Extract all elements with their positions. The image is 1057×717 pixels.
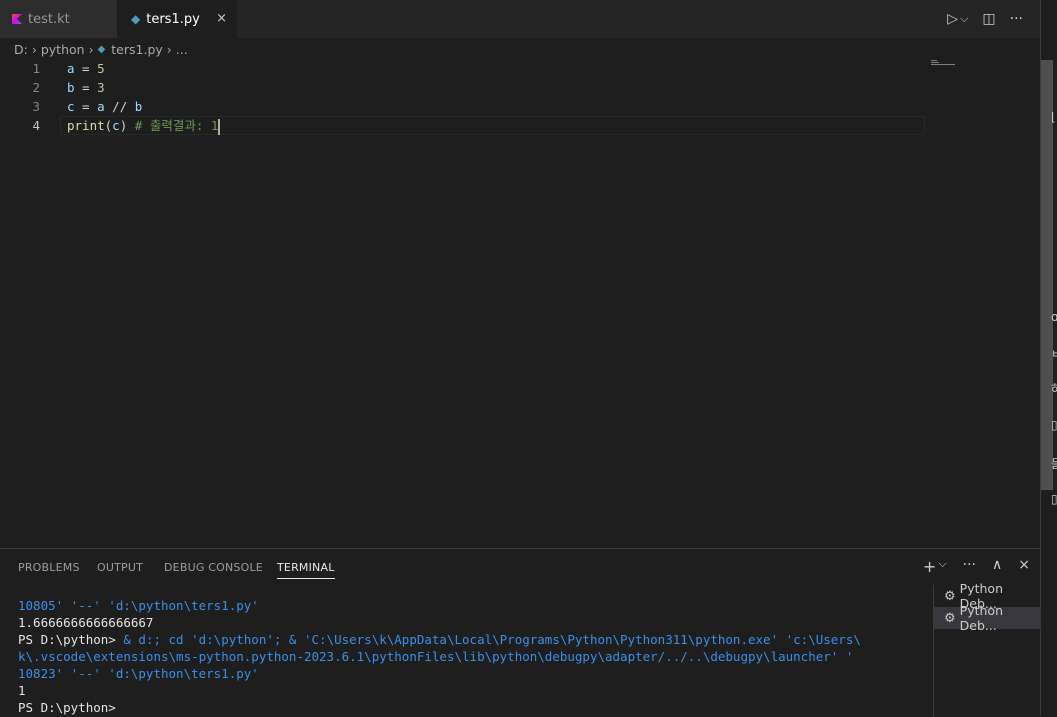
python-icon: ◆	[131, 12, 141, 26]
side-glyph: ㅂ	[1051, 347, 1057, 361]
token: =	[74, 61, 98, 76]
more-actions-icon[interactable]: ···	[1010, 11, 1023, 27]
line-number: 4	[32, 118, 40, 133]
terminal-line: k\.vscode\extensions\ms-python.python-20…	[18, 649, 854, 664]
tab-debug-console[interactable]: DEBUG CONSOLE	[164, 561, 263, 574]
chevron-down-icon[interactable]: ⌵	[938, 557, 946, 576]
tab-label: ters1.py	[146, 11, 200, 27]
minimap[interactable]	[931, 60, 955, 66]
terminal-prompt: PS D:\python>	[18, 700, 124, 715]
tab-problems[interactable]: PROBLEMS	[18, 561, 80, 574]
split-editor-icon[interactable]: ◫	[982, 11, 995, 27]
token: )	[119, 118, 135, 133]
terminal-line: 10823' '--' 'd:\python\ters1.py'	[18, 666, 259, 681]
terminal-line: 1	[18, 683, 26, 698]
token: 5	[97, 61, 105, 76]
terminal-list-item[interactable]: ⚙ Python Deb...	[934, 603, 1041, 633]
side-glyph: ⌊	[1051, 110, 1056, 124]
tab-terminal[interactable]: TERMINAL	[277, 561, 335, 579]
code-text: a = 5	[67, 59, 105, 78]
token: a	[67, 61, 75, 76]
terminal-prompt: PS D:\python>	[18, 632, 124, 647]
token: b	[67, 80, 75, 95]
code-editor[interactable]: 1 a = 5 2 b = 3 3 c = a // b 4 print(c) …	[0, 58, 1040, 548]
token: =	[74, 80, 98, 95]
breadcrumb-more[interactable]: ...	[176, 42, 188, 57]
token: c	[112, 118, 120, 133]
terminal-line: 10805' '--' 'd:\python\ters1.py'	[18, 598, 259, 613]
token: c	[67, 99, 75, 114]
terminal-list: ⚙ Python Deb... ⚙ Python Deb...	[933, 581, 1041, 717]
text-cursor	[218, 118, 221, 135]
terminal-command: & d:; cd 'd:\python'; & 'C:\Users\k\AppD…	[123, 632, 861, 647]
breadcrumb-folder[interactable]: python	[41, 42, 85, 57]
code-text: b = 3	[67, 78, 105, 97]
tab-test-kt[interactable]: test.kt	[0, 0, 117, 38]
close-icon[interactable]: ×	[216, 11, 227, 26]
kotlin-icon	[12, 14, 22, 24]
run-icon[interactable]: ▷	[947, 11, 958, 27]
token: # 출력결과: 1	[134, 118, 219, 133]
side-glyph: 하	[1051, 382, 1057, 396]
side-glyph: ▯	[1051, 492, 1057, 506]
editor-tab-bar: test.kt ◆ ters1.py × ▷ ⌵ ◫ ···	[0, 0, 1040, 38]
breadcrumb-file[interactable]: ters1.py	[111, 42, 163, 57]
token: =	[74, 99, 98, 114]
tab-label: test.kt	[28, 11, 70, 27]
token: a	[97, 99, 105, 114]
more-actions-icon[interactable]: ···	[963, 557, 976, 576]
code-line: 4 print(c) # 출력결과: 1	[0, 116, 1040, 135]
chevron-down-icon[interactable]: ⌵	[960, 12, 968, 26]
panel-actions: + ⌵ ··· ∧ ×	[923, 557, 1030, 576]
breadcrumb-drive[interactable]: D:	[14, 42, 28, 57]
tab-ters1-py[interactable]: ◆ ters1.py ×	[117, 0, 237, 38]
debug-icon: ⚙	[944, 610, 956, 626]
chevron-right-icon: ›	[166, 41, 172, 57]
line-number: 2	[32, 80, 40, 95]
maximize-panel-icon[interactable]: ∧	[992, 557, 1002, 576]
chevron-right-icon: ›	[31, 41, 37, 57]
terminal-name: Python Deb...	[959, 603, 1003, 633]
line-number: 1	[32, 61, 40, 76]
line-number: 3	[32, 99, 40, 114]
close-panel-icon[interactable]: ×	[1018, 557, 1030, 576]
side-glyph: 들	[1051, 457, 1057, 471]
chevron-right-icon: ›	[88, 41, 94, 57]
breadcrumb: D: › python › ◆ ters1.py › ...	[14, 40, 188, 58]
code-line: 1 a = 5	[0, 59, 1040, 78]
terminal-line: 1.6666666666666667	[18, 615, 154, 630]
terminal-output[interactable]: 10805' '--' 'd:\python\ters1.py' 1.66666…	[18, 597, 928, 716]
add-terminal-icon[interactable]: +	[923, 557, 936, 576]
code-text: print(c) # 출력결과: 1	[67, 116, 221, 135]
code-text: c = a // b	[67, 97, 142, 116]
editor-actions: ▷ ⌵ ◫ ···	[947, 0, 1023, 38]
code-line: 2 b = 3	[0, 78, 1040, 97]
token: 3	[97, 80, 105, 95]
tab-output[interactable]: OUTPUT	[97, 561, 143, 574]
side-glyph: ɑ	[1051, 310, 1057, 324]
code-line: 3 c = a // b	[0, 97, 1040, 116]
side-glyph: ▯	[1051, 418, 1057, 432]
token: print	[67, 118, 105, 133]
token: //	[104, 99, 135, 114]
terminal-line: PS D:\python> & d:; cd 'd:\python'; & 'C…	[18, 631, 928, 648]
bottom-panel: PROBLEMS OUTPUT DEBUG CONSOLE TERMINAL +…	[0, 548, 1041, 717]
python-icon: ◆	[97, 43, 106, 55]
token: b	[134, 99, 143, 114]
debug-icon: ⚙	[944, 588, 956, 604]
